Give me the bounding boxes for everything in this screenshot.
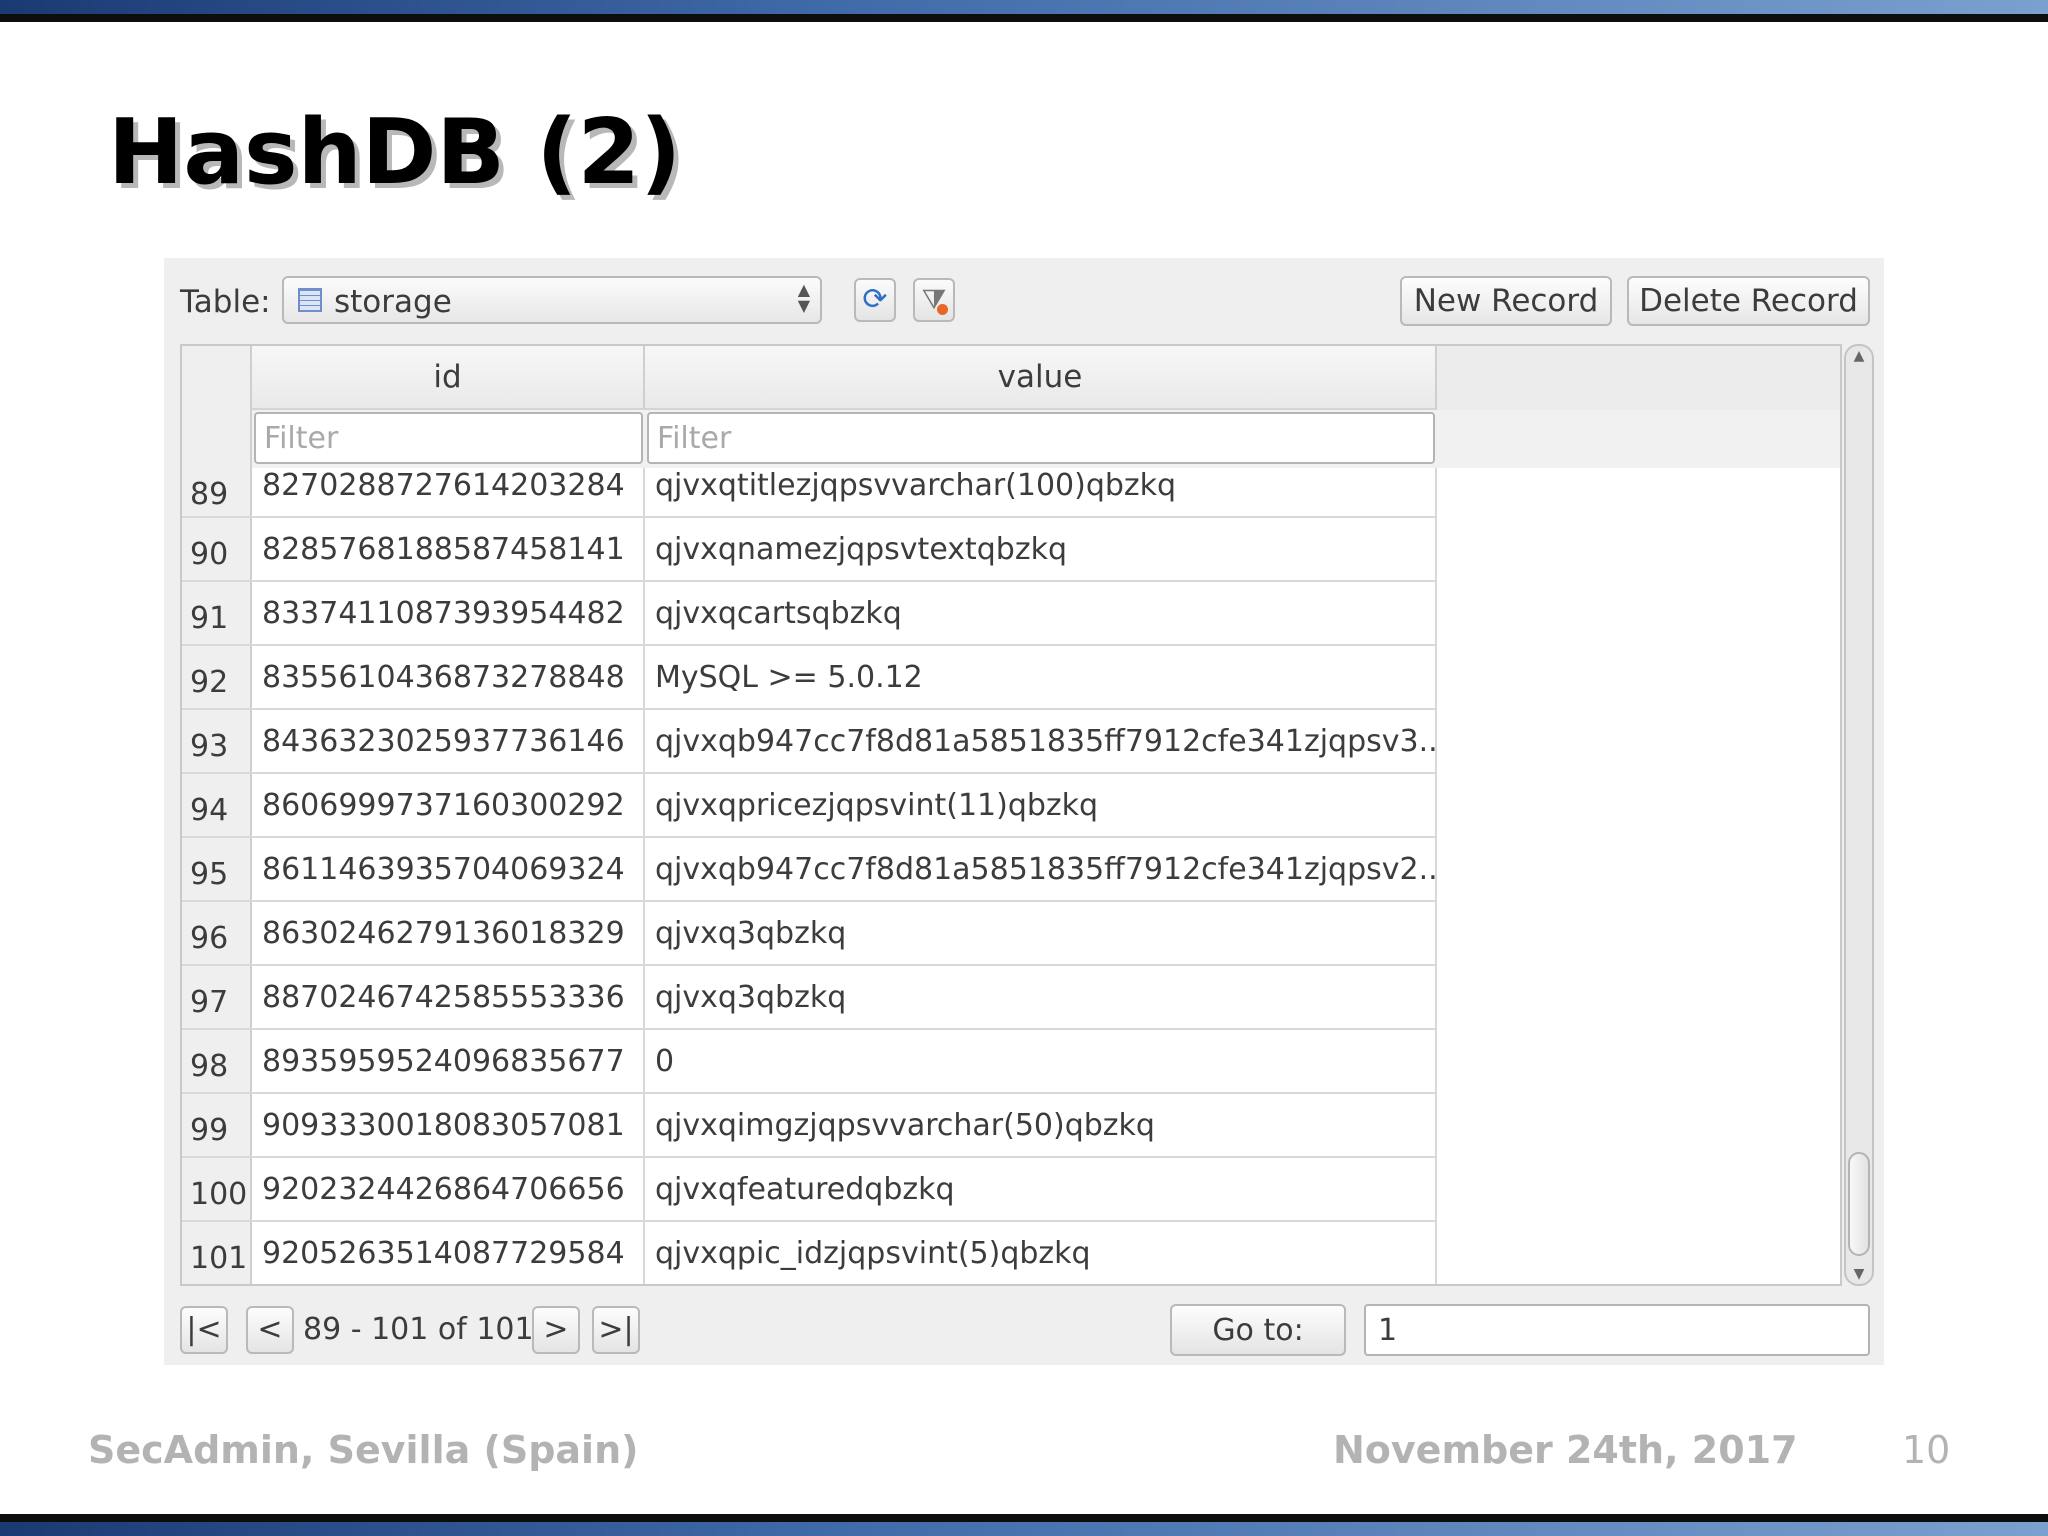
table-row[interactable]: 94 8606999737160300292 qjvxqpricezjqpsvi… — [182, 774, 1437, 838]
column-header-value[interactable]: value — [645, 346, 1437, 410]
row-number: 101 — [182, 1222, 252, 1284]
cell-id[interactable]: 8606999737160300292 — [252, 774, 645, 836]
record-range: 89 - 101 of 101 — [303, 1312, 534, 1347]
cell-value[interactable]: qjvxqpricezjqpsvint(11)qbzkq — [645, 774, 1437, 836]
cell-id[interactable]: 9202324426864706656 — [252, 1158, 645, 1220]
cell-value[interactable]: qjvxqimgzjqpsvvarchar(50)qbzkq — [645, 1094, 1437, 1156]
table-row[interactable]: 90 8285768188587458141 qjvxqnamezjqpsvte… — [182, 518, 1437, 582]
slide-title: HashDB (2) — [108, 100, 682, 205]
cell-id[interactable]: 9093330018083057081 — [252, 1094, 645, 1156]
row-number: 95 — [182, 838, 252, 900]
row-number: 100 — [182, 1158, 252, 1220]
cell-value[interactable]: qjvxq3qbzkq — [645, 966, 1437, 1028]
goto-button[interactable]: Go to: — [1170, 1304, 1346, 1356]
table-row[interactable]: 100 9202324426864706656 qjvxqfeaturedqbz… — [182, 1158, 1437, 1222]
row-number: 97 — [182, 966, 252, 1028]
footer-event: SecAdmin, Sevilla (Spain) — [88, 1428, 639, 1472]
table-row[interactable]: 95 8611463935704069324 qjvxqb947cc7f8d81… — [182, 838, 1437, 902]
vertical-scrollbar[interactable]: ▲ ▼ — [1844, 344, 1874, 1286]
row-number: 90 — [182, 518, 252, 580]
scrollbar-thumb[interactable] — [1848, 1152, 1870, 1256]
delete-record-button[interactable]: Delete Record — [1627, 276, 1870, 326]
last-page-button[interactable]: >| — [592, 1306, 640, 1354]
table-row[interactable]: 93 8436323025937736146 qjvxqb947cc7f8d81… — [182, 710, 1437, 774]
cell-id[interactable]: 8935959524096835677 — [252, 1030, 645, 1092]
page-number: 10 — [1902, 1428, 1951, 1472]
row-number: 93 — [182, 710, 252, 772]
cell-value[interactable]: MySQL >= 5.0.12 — [645, 646, 1437, 708]
table-row[interactable]: 91 8337411087393954482 qjvxqcartsqbzkq — [182, 582, 1437, 646]
cell-value[interactable]: qjvxqb947cc7f8d81a5851835ff7912cfe341zjq… — [645, 710, 1437, 772]
filter-input-value[interactable] — [647, 412, 1435, 464]
first-page-button[interactable]: |< — [180, 1306, 228, 1354]
cell-value[interactable]: 0 — [645, 1030, 1437, 1092]
grid-rows: 89 8270288727614203284 qjvxqtitlezjqpsvv… — [182, 468, 1437, 1284]
row-number: 99 — [182, 1094, 252, 1156]
top-decor-bar — [0, 0, 2048, 22]
clear-filter-icon[interactable]: ⧩ — [913, 278, 955, 322]
cell-id[interactable]: 8611463935704069324 — [252, 838, 645, 900]
table-select-value: storage — [334, 284, 452, 320]
table-row[interactable]: 101 9205263514087729584 qjvxqpic_idzjqps… — [182, 1222, 1437, 1284]
grid-corner — [182, 346, 252, 468]
table-icon — [298, 288, 322, 312]
cell-value[interactable]: qjvxqtitlezjqpsvvarchar(100)qbzkq — [645, 468, 1437, 516]
row-number: 91 — [182, 582, 252, 644]
row-number: 96 — [182, 902, 252, 964]
cell-id[interactable]: 8870246742585553336 — [252, 966, 645, 1028]
new-record-button[interactable]: New Record — [1400, 276, 1612, 326]
refresh-icon[interactable]: ⟳ — [854, 278, 896, 322]
row-number: 98 — [182, 1030, 252, 1092]
db-browser-window: Table: storage ▲ ▼ ⟳ ⧩ New Record Delete … — [164, 258, 1884, 1365]
row-number: 89 — [182, 468, 252, 516]
prev-page-button[interactable]: < — [246, 1306, 294, 1354]
table-row[interactable]: 96 8630246279136018329 qjvxq3qbzkq — [182, 902, 1437, 966]
table-row[interactable]: 98 8935959524096835677 0 — [182, 1030, 1437, 1094]
cell-value[interactable]: qjvxqpic_idzjqpsvint(5)qbzkq — [645, 1222, 1437, 1284]
cell-value[interactable]: qjvxqnamezjqpsvtextqbzkq — [645, 518, 1437, 580]
table-row[interactable]: 99 9093330018083057081 qjvxqimgzjqpsvvar… — [182, 1094, 1437, 1158]
cell-id[interactable]: 8355610436873278848 — [252, 646, 645, 708]
next-page-button[interactable]: > — [532, 1306, 580, 1354]
cell-value[interactable]: qjvxqfeaturedqbzkq — [645, 1158, 1437, 1220]
cell-value[interactable]: qjvxqb947cc7f8d81a5851835ff7912cfe341zjq… — [645, 838, 1437, 900]
cell-id[interactable]: 8436323025937736146 — [252, 710, 645, 772]
goto-input[interactable] — [1364, 1304, 1870, 1356]
table-row[interactable]: 92 8355610436873278848 MySQL >= 5.0.12 — [182, 646, 1437, 710]
cell-id[interactable]: 8270288727614203284 — [252, 468, 645, 516]
scroll-up-icon[interactable]: ▲ — [1846, 348, 1872, 364]
filter-input-id[interactable] — [254, 412, 643, 464]
header-filler — [1437, 346, 1840, 410]
data-grid: id value 89 8270288727614203284 qjvxqtit… — [180, 344, 1842, 1286]
table-row[interactable]: 97 8870246742585553336 qjvxq3qbzkq — [182, 966, 1437, 1030]
row-number: 94 — [182, 774, 252, 836]
row-number: 92 — [182, 646, 252, 708]
chevron-updown-icon: ▲ ▼ — [797, 280, 810, 315]
cell-value[interactable]: qjvxqcartsqbzkq — [645, 582, 1437, 644]
table-label: Table: — [180, 284, 271, 320]
cell-id[interactable]: 9205263514087729584 — [252, 1222, 645, 1284]
table-row[interactable]: 89 8270288727614203284 qjvxqtitlezjqpsvv… — [182, 468, 1437, 518]
table-select[interactable]: storage ▲ ▼ — [282, 276, 822, 324]
footer-date: November 24th, 2017 — [1333, 1428, 1798, 1472]
column-header-id[interactable]: id — [252, 346, 645, 410]
scroll-down-icon[interactable]: ▼ — [1846, 1266, 1872, 1282]
cell-id[interactable]: 8285768188587458141 — [252, 518, 645, 580]
cell-id[interactable]: 8630246279136018329 — [252, 902, 645, 964]
bottom-decor-bar — [0, 1514, 2048, 1536]
cell-value[interactable]: qjvxq3qbzkq — [645, 902, 1437, 964]
cell-id[interactable]: 8337411087393954482 — [252, 582, 645, 644]
